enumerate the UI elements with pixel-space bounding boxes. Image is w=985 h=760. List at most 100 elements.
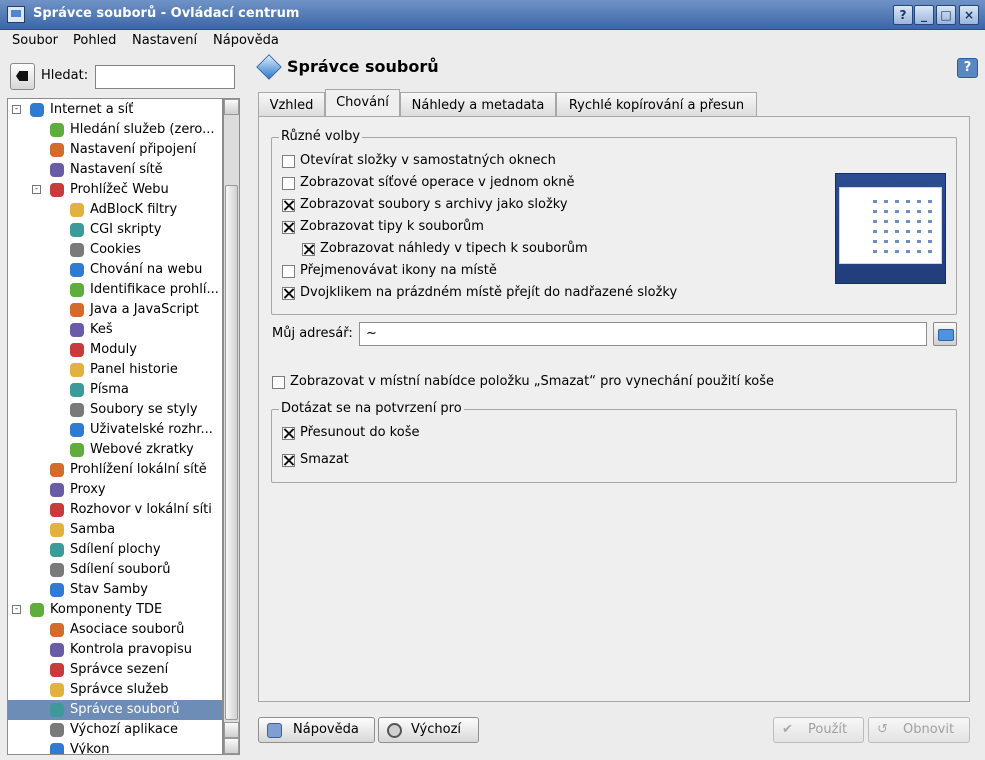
sidebar-scrollbar[interactable] [223, 98, 240, 755]
menu-pohled[interactable]: Pohled [73, 33, 116, 48]
sidebar-item-2[interactable]: Nastavení připojení [8, 140, 222, 160]
sidebar-item-19[interactable]: Proxy [8, 480, 222, 500]
sidebar-item-31[interactable]: Výchozí aplikace [8, 720, 222, 740]
help-button[interactable]: Nápověda [258, 717, 375, 743]
misc-group-checkbox-3[interactable] [282, 221, 295, 234]
clear-search-button[interactable] [10, 63, 35, 90]
scroll-down-button-2[interactable] [224, 738, 239, 754]
menu-soubor[interactable]: Soubor [12, 33, 58, 48]
misc-group-checkbox-2[interactable] [282, 199, 295, 212]
sidebar-item-21[interactable]: Samba [8, 520, 222, 540]
preview-file-icon [884, 250, 888, 253]
sidebar-item-11[interactable]: Keš [8, 320, 222, 340]
misc-group-checkbox-0[interactable] [282, 155, 295, 168]
sidebar-item-8[interactable]: Chování na webu [8, 260, 222, 280]
apply-button[interactable]: ✔ Použít [773, 717, 864, 743]
minimize-button[interactable]: _ [914, 5, 934, 25]
folder-icon[interactable] [933, 322, 957, 346]
sidebar-item-label: Webové zkratky [90, 442, 194, 457]
help-icon[interactable]: ? [957, 58, 978, 78]
help-window-button[interactable]: ? [893, 5, 913, 25]
maximize-button[interactable]: □ [936, 5, 956, 25]
sidebar-item-12[interactable]: Moduly [8, 340, 222, 360]
collapse-icon[interactable]: - [12, 105, 21, 114]
misc-group-checkbox-4[interactable] [302, 243, 315, 256]
sidebar-item-18[interactable]: Prohlížení lokální sítě [8, 460, 222, 480]
tab-nahledy[interactable]: Náhledy a metadata [400, 92, 556, 119]
misc-group-label-6: Dvojklikem na prázdném místě přejít do n… [300, 285, 678, 300]
collapse-icon[interactable]: - [32, 185, 41, 194]
misc-group-checkbox-1[interactable] [282, 177, 295, 190]
sidebar-item-14[interactable]: Písma [8, 380, 222, 400]
confirm-group-checkbox-0[interactable] [282, 427, 295, 440]
misc-group-title: Různé volby [279, 129, 363, 144]
proxy-icon [50, 483, 64, 497]
reset-icon [387, 723, 402, 738]
sidebar-item-0[interactable]: - Internet a síť [8, 100, 222, 120]
scroll-up-button[interactable] [224, 99, 239, 115]
menu-nastaveni[interactable]: Nastavení [132, 33, 197, 48]
sidebar-item-16[interactable]: Uživatelské rozhr... [8, 420, 222, 440]
sidebar-item-3[interactable]: Nastavení sítě [8, 160, 222, 180]
show-delete-checkbox[interactable] [272, 376, 285, 389]
preview-file-icon [873, 210, 877, 213]
scroll-down-button[interactable] [224, 722, 239, 738]
sidebar-item-28[interactable]: Správce sezení [8, 660, 222, 680]
sidebar-item-20[interactable]: Rozhovor v lokální síti [8, 500, 222, 520]
plugins-icon [70, 343, 84, 357]
preview-file-icon [873, 240, 877, 243]
scroll-thumb[interactable] [225, 185, 238, 720]
misc-group-label-5: Přejmenovávat ikony na místě [300, 263, 497, 278]
home-dir-input[interactable]: ~ [359, 322, 927, 346]
module-tree[interactable]: - Internet a síť Hledání služeb (zero... Na… [7, 98, 223, 755]
desktop-sharing-icon [50, 543, 64, 557]
collapse-icon[interactable]: - [12, 605, 21, 614]
defaults-button[interactable]: Výchozí [378, 717, 479, 743]
sidebar-item-label: Proxy [70, 482, 106, 497]
sidebar-item-1[interactable]: Hledání služeb (zero... [8, 120, 222, 140]
sidebar-item-4[interactable]: - Prohlížeč Webu [8, 180, 222, 200]
sidebar-item-10[interactable]: Java a JavaScript [8, 300, 222, 320]
misc-group-checkbox-5[interactable] [282, 265, 295, 278]
confirm-group-checkbox-1[interactable] [282, 454, 295, 467]
sidebar-item-27[interactable]: Kontrola pravopisu [8, 640, 222, 660]
menu-napoveda[interactable]: Nápověda [213, 33, 279, 48]
preview-file-icon [928, 220, 932, 223]
confirm-group-title: Dotázat se na potvrzení pro [279, 401, 464, 416]
misc-group-checkbox-6[interactable] [282, 287, 295, 300]
confirm-group-label-0: Přesunout do koše [300, 425, 420, 440]
sidebar-item-29[interactable]: Správce služeb [8, 680, 222, 700]
sidebar-item-label: Prohlížení lokální sítě [70, 462, 207, 477]
sidebar-item-26[interactable]: Asociace souborů [8, 620, 222, 640]
sidebar-item-24[interactable]: Stav Samby [8, 580, 222, 600]
sidebar-item-17[interactable]: Webové zkratky [8, 440, 222, 460]
sidebar-item-label: Nastavení připojení [70, 142, 197, 157]
sidebar-item-9[interactable]: Identifikace prohlí... [8, 280, 222, 300]
sidebar-item-32[interactable]: Výkon [8, 740, 222, 754]
preview-file-icon [928, 210, 932, 213]
sidebar-item-25[interactable]: - Komponenty TDE [8, 600, 222, 620]
sidebar-item-13[interactable]: Panel historie [8, 360, 222, 380]
sidebar-item-22[interactable]: Sdílení plochy [8, 540, 222, 560]
sidebar-item-label: Identifikace prohlí... [90, 282, 219, 297]
preview-file-icon [895, 200, 899, 203]
sidebar-item-5[interactable]: AdBlocK filtry [8, 200, 222, 220]
tab-chovani[interactable]: Chování [325, 89, 400, 119]
close-button[interactable]: × [959, 5, 979, 25]
tab-rychle-kopirovani[interactable]: Rychlé kopírování a přesun [556, 92, 757, 119]
sidebar-item-30[interactable]: Správce souborů [8, 700, 222, 720]
sidebar-item-15[interactable]: Soubory se styly [8, 400, 222, 420]
sidebar-item-label: Soubory se styly [90, 402, 198, 417]
sidebar-item-7[interactable]: Cookies [8, 240, 222, 260]
misc-group-label-4: Zobrazovat náhledy v tipech k souborům [320, 241, 588, 256]
default-apps-icon [50, 723, 64, 737]
sidebar-item-6[interactable]: CGI skripty [8, 220, 222, 240]
reset-button[interactable]: ↺ Obnovit [868, 717, 970, 743]
local-network-icon [50, 463, 64, 477]
tab-vzhled[interactable]: Vzhled [258, 92, 325, 119]
sidebar-item-23[interactable]: Sdílení souborů [8, 560, 222, 580]
undo-icon: ↺ [877, 722, 888, 737]
sidebar-item-label: Stav Samby [70, 582, 148, 597]
search-input[interactable] [95, 65, 235, 89]
sidebar-item-label: Výchozí aplikace [70, 722, 178, 737]
